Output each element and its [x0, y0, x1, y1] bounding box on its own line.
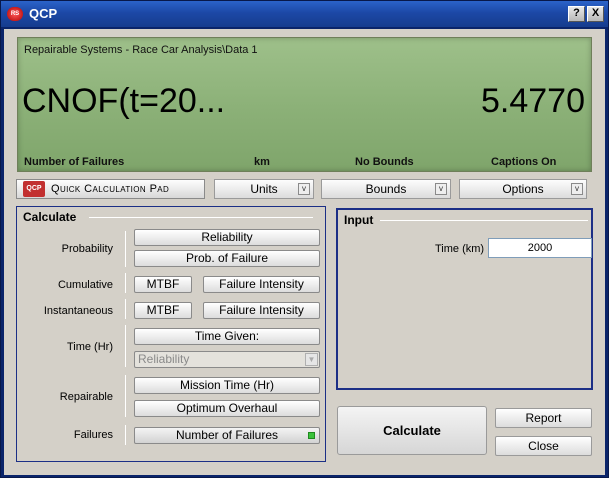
optimum-overhaul-button[interactable]: Optimum Overhaul [134, 400, 320, 417]
chevron-down-icon: v [298, 183, 310, 195]
number-of-failures-button[interactable]: Number of Failures [134, 427, 320, 444]
bounds-label: Bounds [365, 182, 407, 196]
close-window-button[interactable]: X [587, 6, 604, 22]
status-bounds: No Bounds [355, 156, 414, 168]
reliability-button[interactable]: Reliability [134, 229, 320, 246]
row-separator [125, 425, 126, 445]
probability-label: Probability [61, 243, 113, 255]
repairable-label: Repairable [59, 391, 113, 403]
time-km-label: Time (km) [435, 243, 485, 255]
title-bar[interactable]: RS QCP ? X [1, 1, 608, 27]
status-measure: Number of Failures [24, 156, 125, 168]
chevron-down-icon: v [571, 183, 583, 195]
status-units: km [254, 156, 270, 168]
number-of-failures-label: Number of Failures [175, 428, 279, 442]
cumulative-failure-intensity-button[interactable]: Failure Intensity [203, 276, 320, 293]
units-dropdown[interactable]: Units v [214, 179, 314, 199]
app-logo-icon: RS [7, 7, 23, 21]
quick-calculation-pad-button[interactable]: QCP Quick Calculation Pad [16, 179, 205, 199]
client-area: Repairable Systems - Race Car Analysis\D… [4, 29, 605, 475]
group-divider [89, 217, 313, 218]
close-button[interactable]: Close [495, 436, 592, 456]
instantaneous-failure-intensity-button[interactable]: Failure Intensity [203, 302, 320, 319]
status-captions: Captions On [491, 156, 557, 168]
row-separator [125, 231, 126, 267]
time-given-combo: Reliability ▼ [134, 351, 320, 368]
time-hr-label: Time (Hr) [66, 341, 113, 353]
group-divider [380, 220, 588, 221]
result-display: Repairable Systems - Race Car Analysis\D… [17, 37, 592, 172]
time-given-button[interactable]: Time Given: [134, 328, 320, 345]
bounds-dropdown[interactable]: Bounds v [321, 179, 451, 199]
qcp-icon: QCP [23, 181, 45, 197]
row-separator [125, 375, 126, 417]
prob-of-failure-button[interactable]: Prob. of Failure [134, 250, 320, 267]
data-path: Repairable Systems - Race Car Analysis\D… [24, 44, 258, 56]
calculate-title: Calculate [23, 210, 77, 224]
chevron-down-icon: ▼ [305, 353, 318, 366]
result-value: 5.4770 [481, 82, 585, 120]
report-button[interactable]: Report [495, 408, 592, 428]
units-label: Units [250, 182, 278, 196]
failures-label: Failures [73, 429, 113, 441]
time-km-input[interactable]: 2000 [488, 238, 592, 258]
chevron-down-icon: v [435, 183, 447, 195]
time-given-combo-value: Reliability [138, 352, 190, 366]
qcp-window: RS QCP ? X Repairable Systems - Race Car… [0, 0, 609, 478]
options-label: Options [502, 182, 544, 196]
instantaneous-label: Instantaneous [43, 305, 113, 317]
cumulative-mtbf-button[interactable]: MTBF [134, 276, 192, 293]
row-separator [125, 273, 126, 293]
options-dropdown[interactable]: Options v [459, 179, 587, 199]
qcp-label: Quick Calculation Pad [51, 183, 170, 195]
result-function: CNOF(t=20... [22, 82, 226, 120]
row-separator [125, 325, 126, 367]
input-group: Input Time (km) 2000 [336, 208, 593, 390]
help-button[interactable]: ? [568, 6, 585, 22]
mission-time-button[interactable]: Mission Time (Hr) [134, 377, 320, 394]
cumulative-label: Cumulative [57, 279, 113, 291]
window-title: QCP [29, 6, 58, 21]
input-title: Input [344, 213, 374, 227]
calculate-button[interactable]: Calculate [337, 406, 487, 455]
row-separator [125, 299, 126, 319]
selected-indicator-icon [308, 432, 315, 439]
calculate-group: Calculate Probability Reliability Prob. … [16, 206, 326, 462]
instantaneous-mtbf-button[interactable]: MTBF [134, 302, 192, 319]
